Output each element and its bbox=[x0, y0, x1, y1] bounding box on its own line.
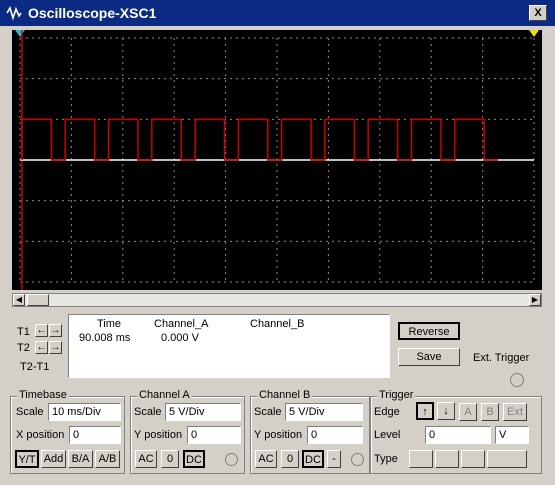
channel-b-zero-button[interactable]: 0 bbox=[281, 450, 299, 468]
channel-a-zero-button[interactable]: 0 bbox=[161, 450, 179, 468]
type-none-button[interactable] bbox=[487, 450, 527, 468]
channel-a-ac-button[interactable]: AC bbox=[135, 450, 157, 468]
type-sing-button[interactable] bbox=[409, 450, 433, 468]
mode-add-button[interactable]: Add bbox=[41, 450, 66, 468]
channel-a-title: Channel A bbox=[137, 389, 192, 401]
timebase-group: Timebase Scale 10 ms/Div X position 0 Y/… bbox=[10, 389, 125, 474]
channel-b-title: Channel B bbox=[257, 389, 313, 401]
channel-b-scale-label: Scale bbox=[254, 406, 282, 418]
scope-display bbox=[15, 30, 539, 290]
close-button[interactable]: X bbox=[529, 5, 547, 21]
channel-b-minus-button[interactable]: - bbox=[327, 450, 341, 468]
ext-trigger-terminal-icon[interactable] bbox=[510, 373, 524, 387]
t2-t1-label: T2-T1 bbox=[20, 361, 50, 373]
t2-left-arrow-icon[interactable]: ← bbox=[35, 341, 48, 354]
channel-b-terminal-icon[interactable] bbox=[351, 453, 364, 466]
timebase-scale-label: Scale bbox=[16, 406, 44, 418]
channel-b-group: Channel B Scale 5 V/Div Y position 0 AC … bbox=[250, 389, 370, 474]
time-header: Time bbox=[97, 318, 122, 330]
mode-ba-button[interactable]: B/A bbox=[68, 450, 93, 468]
time-value: 90.008 ms bbox=[79, 332, 131, 344]
channel-a-trace bbox=[21, 118, 499, 161]
trigger-group: Trigger Edge ↑ ↓ A B Ext Level 0 V Type bbox=[370, 389, 542, 474]
type-label: Type bbox=[374, 453, 398, 465]
reverse-button[interactable]: Reverse bbox=[398, 322, 460, 340]
scroll-thumb[interactable] bbox=[27, 294, 49, 306]
channel-a-value: 0.000 V bbox=[161, 332, 199, 344]
level-input[interactable]: 0 bbox=[425, 426, 491, 444]
window-title: Oscilloscope-XSC1 bbox=[28, 5, 157, 21]
channel-b-scale-input[interactable]: 5 V/Div bbox=[285, 403, 363, 421]
trigger-title: Trigger bbox=[377, 389, 416, 401]
level-label: Level bbox=[374, 429, 401, 441]
channel-a-ypos-label: Y position bbox=[134, 429, 183, 441]
falling-edge-icon[interactable]: ↓ bbox=[437, 402, 455, 420]
channel-a-scale-input[interactable]: 5 V/Div bbox=[165, 403, 241, 421]
t1-cursor-marker-icon bbox=[15, 30, 25, 37]
mode-yt-button[interactable]: Y/T bbox=[15, 450, 39, 468]
channel-a-group: Channel A Scale 5 V/Div Y position 0 AC … bbox=[130, 389, 245, 474]
t1-left-arrow-icon[interactable]: ← bbox=[35, 324, 48, 337]
channel-b-ypos-input[interactable]: 0 bbox=[307, 426, 363, 444]
mode-ab-button[interactable]: A/B bbox=[95, 450, 120, 468]
type-auto-button[interactable] bbox=[461, 450, 485, 468]
channel-b-ypos-label: Y position bbox=[254, 429, 303, 441]
scope-screen bbox=[12, 30, 542, 290]
t1-label: T1 bbox=[17, 326, 30, 338]
cursor-readout-panel: Time Channel_A Channel_B 90.008 ms 0.000… bbox=[68, 314, 390, 378]
edge-label: Edge bbox=[374, 406, 400, 418]
channel-a-dc-button[interactable]: DC bbox=[183, 450, 205, 468]
channel-a-scale-label: Scale bbox=[134, 406, 162, 418]
rising-edge-icon[interactable]: ↑ bbox=[416, 402, 434, 420]
channel-b-ac-button[interactable]: AC bbox=[255, 450, 277, 468]
t2-right-arrow-icon[interactable]: → bbox=[49, 341, 62, 354]
source-a-button[interactable]: A bbox=[459, 403, 477, 421]
oscilloscope-app-icon bbox=[6, 6, 22, 21]
t2-cursor-marker-icon bbox=[529, 30, 539, 37]
x-position-label: X position bbox=[16, 429, 65, 441]
scroll-right-icon[interactable]: ▶ bbox=[529, 294, 541, 306]
horizontal-scrollbar[interactable]: ◀ ▶ bbox=[12, 293, 542, 307]
x-position-input[interactable]: 0 bbox=[69, 426, 121, 444]
t2-label: T2 bbox=[17, 342, 30, 354]
title-bar: Oscilloscope-XSC1 X bbox=[0, 0, 555, 26]
channel-a-header: Channel_A bbox=[154, 318, 209, 330]
source-ext-button[interactable]: Ext bbox=[503, 403, 527, 421]
channel-a-ypos-input[interactable]: 0 bbox=[187, 426, 241, 444]
scroll-left-icon[interactable]: ◀ bbox=[13, 294, 25, 306]
channel-a-terminal-icon[interactable] bbox=[225, 453, 238, 466]
channel-b-header: Channel_B bbox=[250, 318, 305, 330]
source-b-button[interactable]: B bbox=[481, 403, 499, 421]
channel-b-dc-button[interactable]: DC bbox=[302, 450, 324, 468]
level-unit-field[interactable]: V bbox=[495, 426, 529, 444]
t1-right-arrow-icon[interactable]: → bbox=[49, 324, 62, 337]
type-nor-button[interactable] bbox=[435, 450, 459, 468]
timebase-title: Timebase bbox=[17, 389, 69, 401]
save-button[interactable]: Save bbox=[398, 348, 460, 366]
ext-trigger-label: Ext. Trigger bbox=[473, 352, 530, 364]
timebase-scale-input[interactable]: 10 ms/Div bbox=[48, 403, 121, 421]
